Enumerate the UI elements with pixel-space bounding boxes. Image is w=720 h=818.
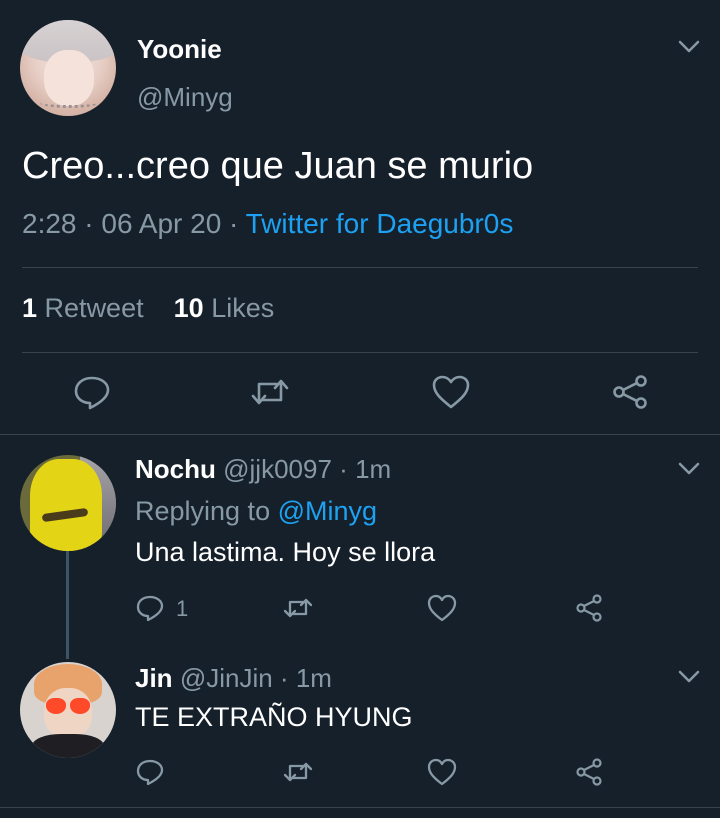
chevron-down-icon[interactable] (678, 462, 700, 476)
tweet-text: Creo...creo que Juan se murio (22, 145, 534, 187)
reply-author-handle[interactable]: @jjk0097 (223, 454, 332, 484)
reply-header: Nochu @jjk0097 · 1m (135, 454, 391, 485)
share-icon[interactable] (574, 594, 604, 622)
replying-to-mention[interactable]: @Minyg (278, 496, 377, 526)
reply-header: Jin @JinJin · 1m (135, 663, 332, 694)
replying-to-prefix: Replying to (135, 496, 271, 526)
like-icon[interactable] (427, 594, 457, 622)
author-handle[interactable]: @Minyg (137, 82, 233, 113)
like-icon[interactable] (427, 758, 457, 786)
reply-time: 1m (295, 663, 332, 693)
avatar-jin[interactable] (20, 662, 116, 758)
time-separator: · (279, 663, 289, 693)
reply-time: 1m (355, 454, 392, 484)
meta-separator: · (84, 208, 94, 239)
reply-author-handle[interactable]: @JinJin (180, 663, 273, 693)
replying-to: Replying to @Minyg (135, 496, 377, 527)
reply-icon[interactable] (72, 374, 112, 410)
share-icon[interactable] (574, 758, 604, 786)
share-icon[interactable] (610, 374, 650, 410)
divider (22, 267, 698, 268)
divider (22, 352, 698, 353)
retweet-count: 1 (22, 293, 38, 323)
tweet-meta: 2:28 · 06 Apr 20 · Twitter for Daegubr0s (22, 208, 513, 240)
thread-line (66, 551, 69, 659)
like-icon[interactable] (431, 374, 471, 410)
tweet-time: 2:28 (22, 208, 77, 239)
retweet-icon[interactable] (250, 374, 290, 410)
reply-icon[interactable] (135, 758, 165, 786)
chevron-down-icon[interactable] (678, 40, 700, 54)
author-name[interactable]: Yoonie (137, 34, 222, 65)
like-label: Likes (211, 293, 275, 323)
divider (0, 434, 720, 435)
chevron-down-icon[interactable] (678, 670, 700, 684)
retweet-icon[interactable] (283, 758, 313, 786)
tweet-stats: 1 Retweet 10 Likes (22, 293, 274, 324)
reply-icon[interactable] (135, 594, 165, 622)
tweet-date: 06 Apr 20 (101, 208, 222, 239)
retweet-icon[interactable] (283, 594, 313, 622)
reply-author-name[interactable]: Jin (135, 663, 173, 693)
likes-stat[interactable]: 10 Likes (174, 293, 275, 323)
like-count: 10 (173, 293, 204, 323)
avatar-nochu[interactable] (20, 455, 116, 551)
retweets-stat[interactable]: 1 Retweet (22, 293, 144, 323)
divider (0, 807, 720, 808)
reply-author-name[interactable]: Nochu (135, 454, 216, 484)
avatar-yoonie[interactable] (20, 20, 116, 116)
retweet-label: Retweet (44, 293, 144, 323)
reply-text: Una lastima. Hoy se llora (135, 537, 436, 567)
reply-text: TE EXTRAÑO HYUNG (135, 702, 413, 732)
reply-count: 1 (176, 596, 189, 621)
meta-separator: · (229, 208, 239, 239)
time-separator: · (339, 454, 348, 484)
tweet-source-link[interactable]: Twitter for Daegubr0s (246, 208, 514, 239)
